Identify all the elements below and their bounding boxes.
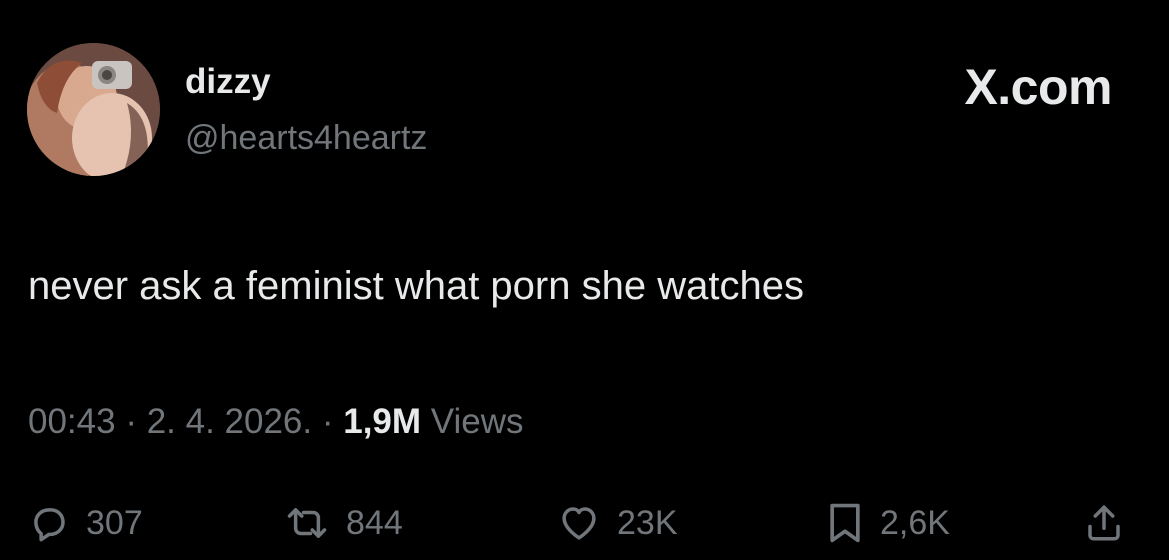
bookmark-count: 2,6K [880,503,950,542]
like-button[interactable]: 23K [557,498,678,548]
action-bar: 307 844 23K 2,6K [0,498,1169,548]
reply-button[interactable]: 307 [28,498,143,548]
reply-icon [34,508,65,542]
tweet-date[interactable]: 2. 4. 2026. [147,402,312,441]
repost-icon [287,508,327,538]
avatar-photo [27,43,160,176]
repost-count: 844 [346,503,403,542]
share-button[interactable] [1083,498,1125,548]
bookmark-icon [830,503,860,543]
views-label: Views [421,402,524,441]
bookmark-button[interactable]: 2,6K [826,498,950,548]
avatar[interactable] [27,43,160,176]
tweet-card: dizzy @hearts4heartz X.com never ask a f… [0,0,1169,560]
like-count: 23K [617,503,678,542]
tweet-time[interactable]: 00:43 [28,402,116,441]
reply-count: 307 [86,503,143,542]
share-icon [1088,505,1120,541]
brand-label: X.com [964,59,1112,115]
display-name[interactable]: dizzy [185,62,271,102]
tweet-text: never ask a feminist what porn she watch… [28,264,804,308]
user-handle[interactable]: @hearts4heartz [185,118,427,158]
meta-separator: · [312,402,344,441]
repost-button[interactable]: 844 [284,498,403,548]
meta-separator: · [115,402,147,441]
tweet-meta: 00:43 · 2. 4. 2026. · 1,9M Views [28,400,524,444]
heart-icon [562,507,596,540]
views-count[interactable]: 1,9M [343,402,421,441]
